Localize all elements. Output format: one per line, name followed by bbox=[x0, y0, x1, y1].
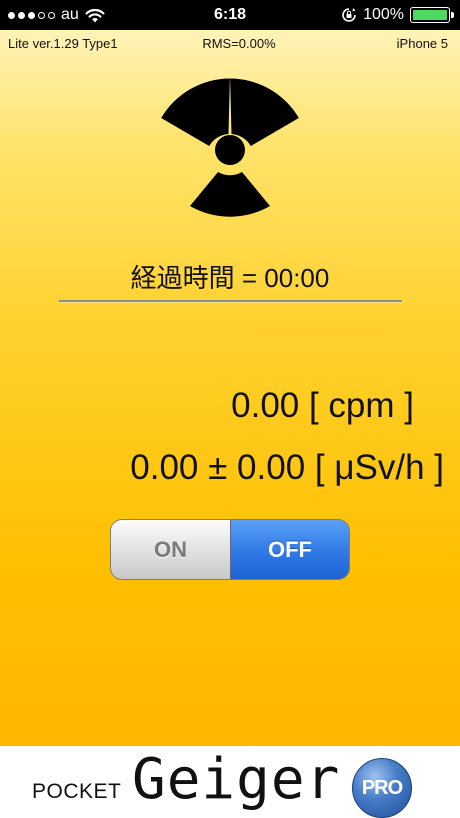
rms-label: RMS=0.00% bbox=[202, 36, 276, 51]
brand-footer: POCKET Geiger PRO bbox=[0, 746, 460, 818]
status-right: 100% bbox=[341, 6, 454, 24]
cpm-reading: 0.00 [ cpm ] bbox=[231, 386, 414, 425]
battery-tip bbox=[451, 12, 454, 18]
dose-rate-reading: 0.00 ± 0.00 [ μSv/h ] bbox=[130, 448, 444, 487]
battery-percent: 100% bbox=[363, 6, 404, 23]
brand-pocket-text: POCKET bbox=[32, 780, 122, 803]
elapsed-divider bbox=[59, 300, 402, 302]
battery-fill bbox=[413, 10, 447, 20]
switch-off-button[interactable]: OFF bbox=[231, 520, 349, 579]
pro-badge: PRO bbox=[352, 758, 412, 818]
radiation-icon bbox=[161, 78, 299, 217]
switch-on-button[interactable]: ON bbox=[111, 520, 231, 579]
brand-geiger-text: Geiger bbox=[132, 747, 341, 812]
measurement-switch[interactable]: ON OFF bbox=[110, 519, 350, 580]
info-row: Lite ver.1.29 Type1 RMS=0.00% iPhone 5 bbox=[0, 36, 460, 54]
device-label: iPhone 5 bbox=[396, 36, 448, 51]
rotation-lock-icon bbox=[342, 8, 356, 22]
elapsed-time-label: 経過時間 = 00:00 bbox=[130, 263, 330, 293]
battery-icon bbox=[410, 7, 454, 23]
status-bar: au 6:18 100% bbox=[0, 0, 460, 30]
